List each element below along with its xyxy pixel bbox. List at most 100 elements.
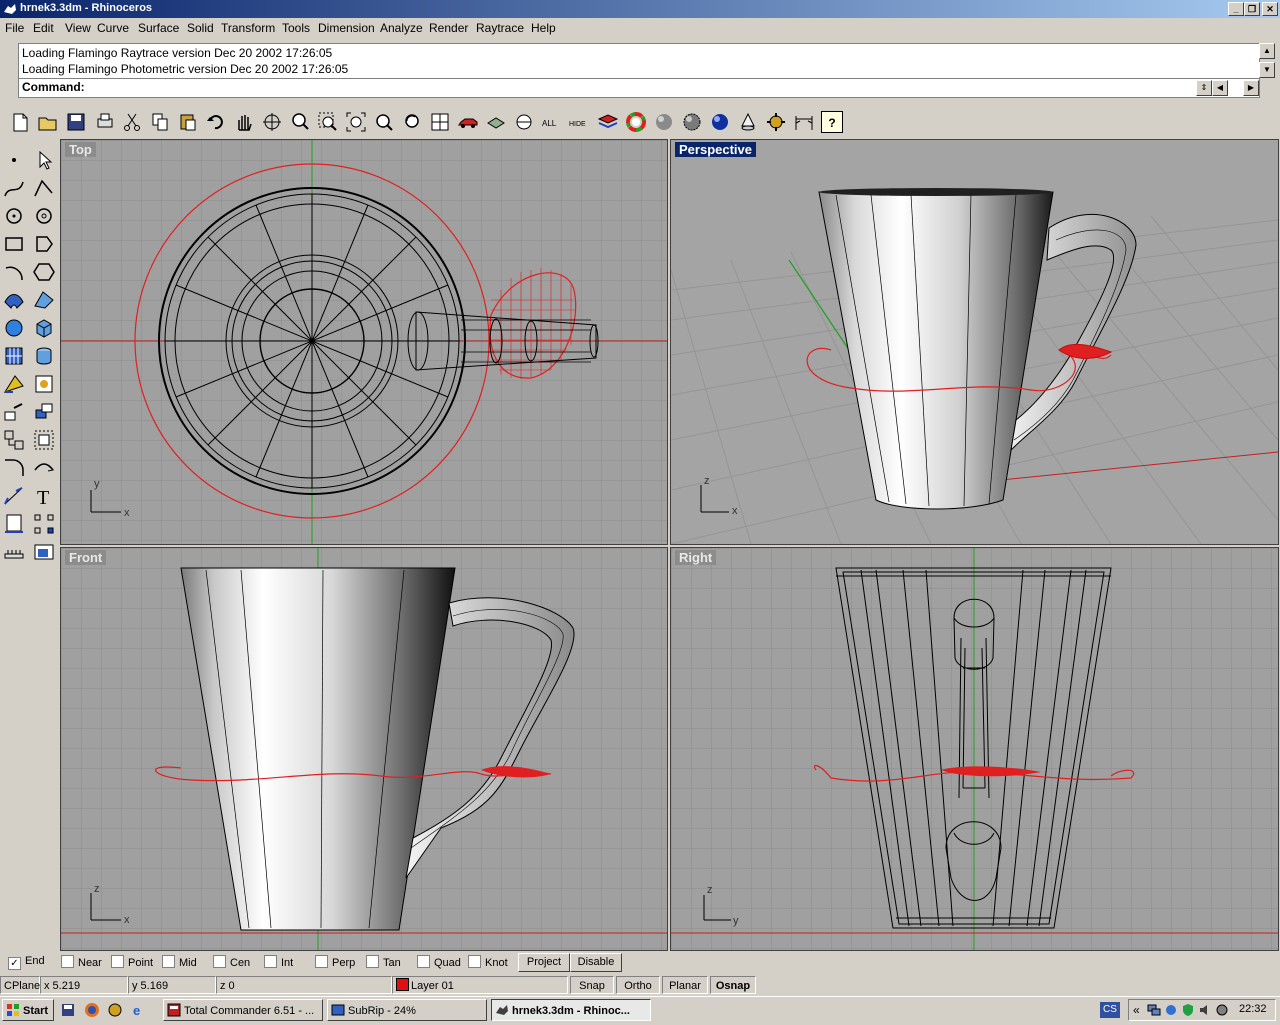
menu-view[interactable]: View xyxy=(65,21,91,35)
box-icon[interactable] xyxy=(32,316,56,340)
viewport-perspective[interactable]: z x Perspective xyxy=(670,139,1279,545)
osnap-quad-checkbox[interactable] xyxy=(417,955,430,968)
volume-icon[interactable] xyxy=(1198,1003,1212,1017)
osnap-perp-checkbox[interactable] xyxy=(315,955,328,968)
undo-icon[interactable] xyxy=(205,111,227,133)
osnap-knot-checkbox[interactable] xyxy=(468,955,481,968)
osnap-int[interactable]: Int xyxy=(264,955,293,969)
menu-analyze[interactable]: Analyze xyxy=(380,21,423,35)
arc-icon[interactable] xyxy=(2,260,26,284)
text-tool-icon[interactable]: T xyxy=(32,484,56,508)
save-icon[interactable] xyxy=(65,111,87,133)
light-icon[interactable] xyxy=(737,111,759,133)
menu-render[interactable]: Render xyxy=(429,21,468,35)
zoom-window-icon[interactable] xyxy=(317,111,339,133)
point-icon[interactable] xyxy=(2,148,26,172)
project-button[interactable]: Project xyxy=(518,953,570,972)
curve-icon[interactable] xyxy=(2,176,26,200)
spin-button[interactable]: ⇕ xyxy=(1196,80,1212,96)
quicklaunch-ie-icon[interactable]: e xyxy=(131,1002,147,1018)
quicklaunch-save-icon[interactable] xyxy=(60,1002,76,1018)
planar-toggle[interactable]: Planar xyxy=(662,976,708,994)
print-icon[interactable] xyxy=(94,111,116,133)
blue-sphere-icon[interactable] xyxy=(709,111,731,133)
osnap-tan-checkbox[interactable] xyxy=(366,955,379,968)
object-properties-icon[interactable] xyxy=(513,111,535,133)
osnap-point-checkbox[interactable] xyxy=(111,955,124,968)
surface-icon[interactable] xyxy=(2,288,26,312)
extend-icon[interactable] xyxy=(32,456,56,480)
select-arrow-icon[interactable] xyxy=(32,148,56,172)
quicklaunch-app-icon[interactable] xyxy=(107,1002,123,1018)
osnap-knot[interactable]: Knot xyxy=(468,955,508,969)
tray-expand-chevron[interactable]: « xyxy=(1133,1003,1140,1017)
viewport-title-top[interactable]: Top xyxy=(65,142,96,157)
menu-transform[interactable]: Transform xyxy=(221,21,275,35)
task-rhinoceros[interactable]: hrnek3.3dm - Rhinoc... xyxy=(491,999,651,1021)
four-viewports-icon[interactable] xyxy=(429,111,451,133)
zoom-dynamic-icon[interactable] xyxy=(289,111,311,133)
point-edit-icon[interactable] xyxy=(32,372,56,396)
solid-icon[interactable] xyxy=(2,316,26,340)
quicklaunch-firefox-icon[interactable] xyxy=(84,1002,100,1018)
fillet-icon[interactable] xyxy=(2,456,26,480)
cylinder-icon[interactable] xyxy=(32,344,56,368)
paste-icon[interactable] xyxy=(177,111,199,133)
transform-icon[interactable] xyxy=(2,372,26,396)
new-file-icon[interactable] xyxy=(9,111,31,133)
pan-hand-icon[interactable] xyxy=(233,111,255,133)
circle-icon[interactable] xyxy=(2,204,26,228)
ellipse-icon[interactable] xyxy=(32,204,56,228)
viewport-title-right[interactable]: Right xyxy=(675,550,717,565)
command-input[interactable]: Command: xyxy=(18,78,1260,98)
dimension-tool-icon[interactable] xyxy=(2,484,26,508)
render-settings-icon[interactable] xyxy=(765,111,787,133)
zoom-extents-icon[interactable] xyxy=(345,111,367,133)
render-tool-icon[interactable] xyxy=(32,540,56,564)
analyze-icon[interactable] xyxy=(2,540,26,564)
menu-raytrace[interactable]: Raytrace xyxy=(476,21,524,35)
move-icon[interactable] xyxy=(2,400,26,424)
osnap-int-checkbox[interactable] xyxy=(264,955,277,968)
disable-button[interactable]: Disable xyxy=(570,953,622,972)
polyline-icon[interactable] xyxy=(32,176,56,200)
control-points-icon[interactable] xyxy=(32,512,56,536)
ortho-toggle[interactable]: Ortho xyxy=(616,976,660,994)
menu-edit[interactable]: Edit xyxy=(33,21,54,35)
surface-edit-icon[interactable] xyxy=(32,288,56,312)
grid-snap-icon[interactable] xyxy=(2,512,26,536)
gray-sphere-icon[interactable] xyxy=(653,111,675,133)
copy-object-icon[interactable] xyxy=(32,400,56,424)
osnap-end[interactable]: ✓ End xyxy=(8,955,45,970)
rectangle-icon[interactable] xyxy=(2,232,26,256)
rotate-view-icon[interactable] xyxy=(261,111,283,133)
layers-icon[interactable] xyxy=(597,111,619,133)
network-icon[interactable] xyxy=(1147,1003,1161,1017)
osnap-end-checkbox[interactable]: ✓ xyxy=(8,957,21,970)
osnap-quad[interactable]: Quad xyxy=(417,955,461,969)
language-indicator[interactable]: CS xyxy=(1100,1002,1120,1018)
hexagon-icon[interactable] xyxy=(32,260,56,284)
osnap-perp[interactable]: Perp xyxy=(315,955,355,969)
osnap-near-checkbox[interactable] xyxy=(61,955,74,968)
osnap-point[interactable]: Point xyxy=(111,955,153,969)
tray-antivirus-icon[interactable] xyxy=(1215,1003,1229,1017)
wireframe-car-icon[interactable] xyxy=(457,111,479,133)
menu-solid[interactable]: Solid xyxy=(187,21,214,35)
osnap-toggle[interactable]: Osnap xyxy=(710,976,756,994)
tray-app-icon[interactable] xyxy=(1164,1003,1178,1017)
tray-shield-icon[interactable] xyxy=(1181,1003,1195,1017)
help-button[interactable]: ? xyxy=(821,111,843,133)
history-forward-button[interactable]: ▶ xyxy=(1243,80,1259,96)
osnap-mid-checkbox[interactable] xyxy=(162,955,175,968)
history-back-button[interactable]: ◀ xyxy=(1212,80,1228,96)
close-button[interactable]: ✕ xyxy=(1262,2,1278,16)
viewport-title-front[interactable]: Front xyxy=(65,550,107,565)
color-wheel-icon[interactable] xyxy=(625,111,647,133)
show-all-icon[interactable]: ALL xyxy=(541,111,563,133)
osnap-tan[interactable]: Tan xyxy=(366,955,401,969)
start-button[interactable]: Start xyxy=(2,999,54,1021)
menu-file[interactable]: File xyxy=(5,21,24,35)
osnap-near[interactable]: Near xyxy=(61,955,102,969)
dimension-icon[interactable] xyxy=(793,111,815,133)
